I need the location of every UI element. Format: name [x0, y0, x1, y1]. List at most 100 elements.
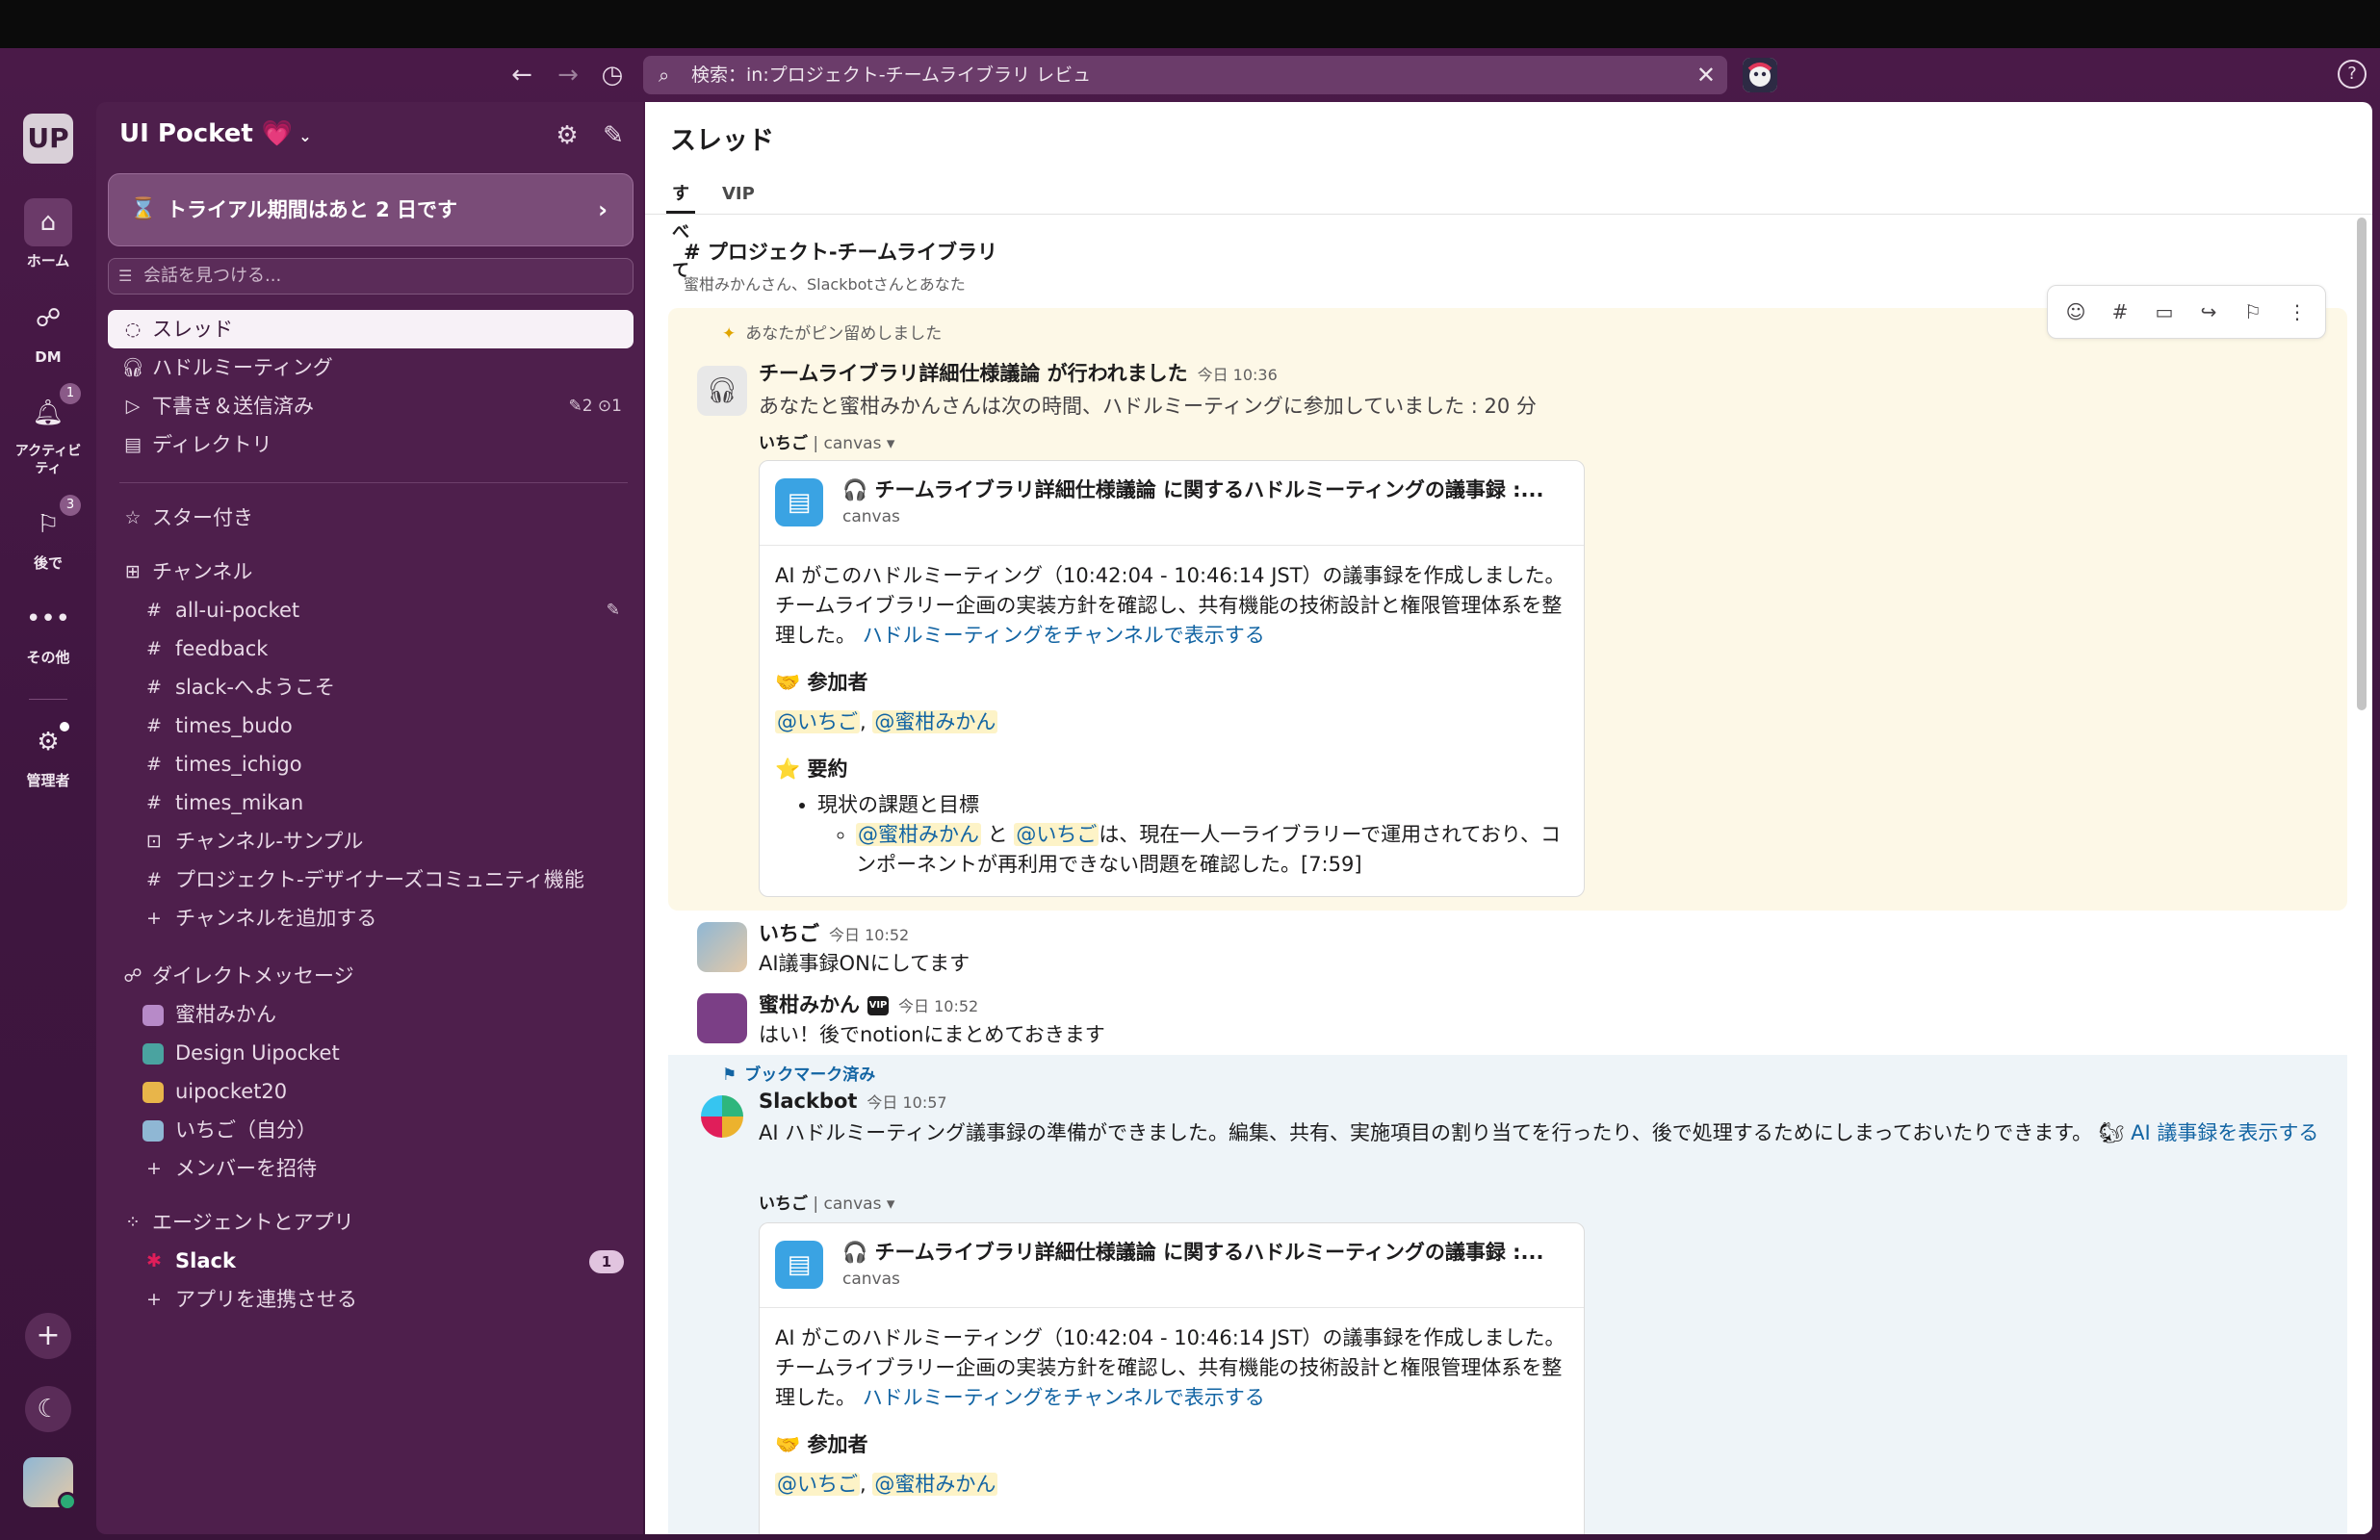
bookmark-icon[interactable]: ⚐ [2237, 295, 2269, 328]
sidebar-dm[interactable]: uipocket20 [108, 1072, 634, 1111]
thread-channel-header: # プロジェクト-チームライブラリ 蜜柑みかんさん、Slackbotさんとあなた [684, 237, 997, 295]
search-bar[interactable]: ⌕ 検索：in:プロジェクト-チームライブラリ レビュ ✕ [643, 56, 1727, 94]
sidebar-dm[interactable]: 蜜柑みかん [108, 995, 634, 1034]
summary-item-text: 現状の課題と目標 [817, 793, 979, 816]
message-sender[interactable]: Slackbot 今日 10:57 [759, 1090, 947, 1113]
mention[interactable]: @蜜柑みかん [872, 710, 998, 733]
summary-item: 現状の課題と目標 @蜜柑みかん と @いちごは、現在一人一ライブラリーで運用され… [817, 790, 1568, 880]
workspace-name[interactable]: UI Pocket 💗 ⌄ [119, 119, 312, 148]
hash-icon: # [146, 869, 162, 890]
sidebar-item-directory[interactable]: ▤ ディレクトリ [108, 425, 634, 464]
sidebar-dm[interactable]: いちご（自分） [108, 1111, 634, 1149]
dm-section-header[interactable]: ☍ ダイレクトメッセージ [108, 957, 634, 995]
sidebar-channel[interactable]: # slack-へようこそ [108, 668, 634, 706]
sidebar-channel[interactable]: # times_mikan [108, 783, 634, 822]
forward-arrow-icon[interactable]: → [553, 60, 583, 90]
sidebar-dm[interactable]: Design Uipocket [108, 1034, 634, 1072]
avatar[interactable] [697, 993, 747, 1043]
rail-item-more[interactable]: ••• その他 [0, 595, 96, 666]
rail-item-admin[interactable]: ⚙ 管理者 [0, 718, 96, 789]
sidebar-channel[interactable]: # feedback [108, 629, 634, 668]
mention[interactable]: @蜜柑みかん [856, 823, 981, 846]
sidebar-item-threads[interactable]: ◌ スレッド [108, 310, 634, 348]
timestamp[interactable]: 今日 10:52 [898, 997, 978, 1015]
my-avatar[interactable] [23, 1457, 77, 1511]
rail-label-dm: DM [35, 348, 62, 366]
rail-item-activity[interactable]: 🔔︎ アクティビティ [0, 389, 96, 477]
avatar [142, 1120, 164, 1142]
timestamp[interactable]: 今日 10:36 [1198, 366, 1278, 384]
tab-all[interactable]: すべて [666, 175, 695, 281]
view-ai-notes-link[interactable]: AI 議事録を表示する [2131, 1121, 2318, 1144]
apps-section-header[interactable]: ⁘ エージェントとアプリ [108, 1203, 634, 1242]
share-icon[interactable]: ↪ [2192, 295, 2225, 328]
clear-search-icon[interactable]: ✕ [1696, 56, 1716, 94]
send-icon: ▷ [125, 396, 141, 417]
huddle-channel-link[interactable]: ハドルミーティングをチャンネルで表示する [863, 624, 1265, 647]
timestamp[interactable]: 今日 10:52 [829, 926, 909, 944]
moon-icon[interactable]: ☾ [25, 1386, 71, 1432]
sidebar-item-huddles[interactable]: 🎧︎ ハドルミーティング [108, 348, 634, 387]
message-sender[interactable]: 蜜柑みかん VIP 今日 10:52 [759, 989, 978, 1018]
thread-channel-name[interactable]: # プロジェクト-チームライブラリ [684, 237, 997, 266]
help-icon[interactable]: ? [2338, 60, 2367, 89]
canvas-source[interactable]: いちご | canvas ▾ [759, 429, 894, 453]
sidebar-channel[interactable]: # プロジェクト-デザイナーズコミュニティ機能 [108, 860, 634, 899]
avatar[interactable] [697, 922, 747, 972]
canvas-source[interactable]: いちご | canvas ▾ [759, 1190, 894, 1214]
admin-dot [60, 722, 69, 732]
rail-item-dm[interactable]: ☍ DM [0, 295, 96, 366]
invite-members-button[interactable]: + メンバーを招待 [108, 1149, 634, 1188]
caret-down-icon: ▾ [886, 1194, 895, 1214]
mention[interactable]: @いちご [775, 710, 860, 733]
page-title: スレッド [670, 126, 774, 156]
timestamp[interactable]: 今日 10:57 [867, 1093, 946, 1112]
vip-badge: VIP [867, 996, 889, 1015]
compose-icon[interactable]: ✎ [597, 119, 630, 152]
find-conversation-input[interactable]: ☰ 会話を見つける... [108, 258, 634, 295]
pencil-icon[interactable]: ✎ [607, 591, 620, 629]
canvas-title[interactable]: 🎧 チームライブラリ詳細仕様議論 に関するハドルミーティングの議事録 :... [842, 475, 1574, 503]
plus-icon: + [146, 908, 162, 929]
channel-hash-icon[interactable]: # [2104, 295, 2136, 328]
mention[interactable]: @蜜柑みかん [872, 1473, 998, 1496]
canvas-card[interactable]: ▤ 🎧 チームライブラリ詳細仕様議論 に関するハドルミーティングの議事録 :..… [759, 1222, 1585, 1534]
sidebar-app-slack[interactable]: ✱ Slack 1 [108, 1242, 634, 1280]
canvas-title[interactable]: 🎧 チームライブラリ詳細仕様議論 に関するハドルミーティングの議事録 :... [842, 1237, 1574, 1266]
mention[interactable]: @いちご [1014, 823, 1099, 846]
reply-thread-icon[interactable]: ▭ [2148, 295, 2181, 328]
scrollbar[interactable] [2357, 218, 2367, 710]
huddle-title: チームライブラリ詳細仕様議論 が行われました 今日 10:36 [759, 358, 1278, 387]
huddle-channel-link[interactable]: ハドルミーティングをチャンネルで表示する [863, 1386, 1265, 1409]
channel-label: times_budo [175, 714, 293, 737]
sidebar-channel[interactable]: # all-ui-pocket ✎ [108, 591, 634, 629]
canvas-card[interactable]: ▤ 🎧 チームライブラリ詳細仕様議論 に関するハドルミーティングの議事録 :..… [759, 460, 1585, 897]
sidebar-item-drafts[interactable]: ▷ 下書き＆送信済み ✎2 ⊙1 [108, 387, 634, 425]
more-actions-icon[interactable]: ⋮ [2281, 295, 2314, 328]
message-sender[interactable]: いちご 今日 10:52 [759, 918, 909, 947]
add-workspace-button[interactable]: + [25, 1313, 71, 1359]
connect-app-button[interactable]: + アプリを連携させる [108, 1280, 634, 1319]
sidebar-item-starred[interactable]: ☆ スター付き [108, 499, 634, 537]
slackbot-avatar[interactable] [697, 1091, 747, 1142]
thread-members: 蜜柑みかんさん、Slackbotさんとあなた [684, 275, 966, 294]
add-channel-button[interactable]: + チャンネルを追加する [108, 899, 634, 937]
rail-item-later[interactable]: ⚐ 後で [0, 500, 96, 572]
trial-banner[interactable]: ⌛ トライアル期間はあと 2 日です › [108, 173, 634, 246]
sidebar-channel[interactable]: # times_budo [108, 706, 634, 745]
mention[interactable]: @いちご [775, 1473, 860, 1496]
ai-assistant-icon[interactable] [1743, 58, 1777, 92]
channels-section-header[interactable]: ⊞ チャンネル [108, 552, 634, 591]
section-label: ダイレクトメッセージ [152, 964, 354, 988]
back-arrow-icon[interactable]: ← [506, 60, 537, 90]
connect-app-label: アプリを連携させる [175, 1288, 357, 1311]
tab-vip[interactable]: VIP [716, 175, 761, 214]
sidebar-channel[interactable]: # times_ichigo [108, 745, 634, 783]
history-icon[interactable]: ◷ [597, 60, 628, 90]
workspace-avatar[interactable]: UP [23, 114, 73, 164]
sidebar-channel-private[interactable]: ⊡ チャンネル-サンプル [108, 822, 634, 860]
gear-icon[interactable]: ⚙ [551, 119, 583, 152]
add-reaction-icon[interactable]: ☺ [2059, 295, 2092, 328]
rail-item-home[interactable]: ⌂ ホーム [0, 198, 96, 270]
rail-label-admin: 管理者 [26, 772, 70, 789]
